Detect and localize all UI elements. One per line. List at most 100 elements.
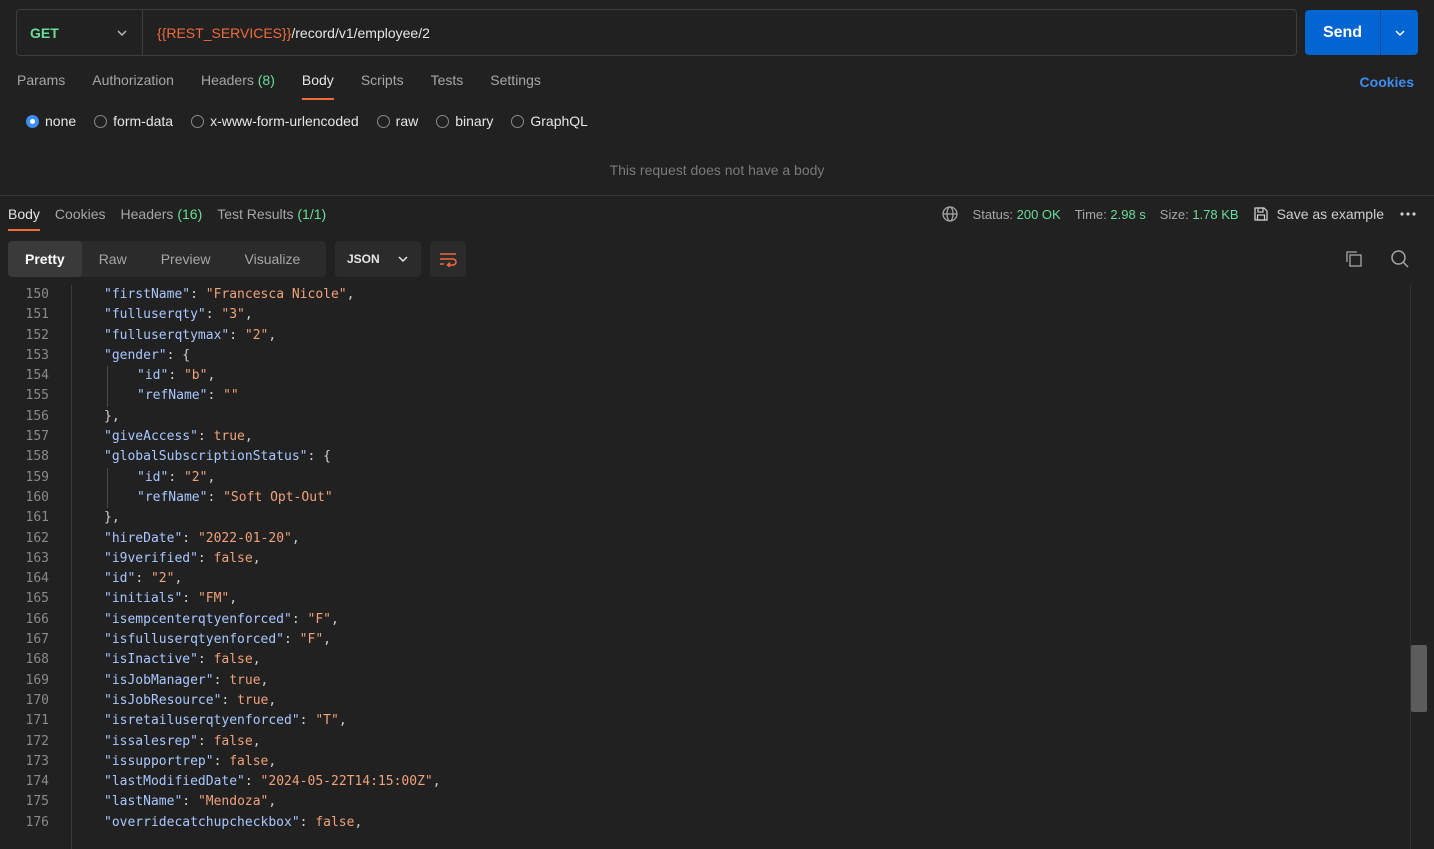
- radio-dot: [436, 114, 450, 128]
- code-content: "id": "2",: [137, 469, 216, 485]
- line-number: 158: [25, 449, 49, 465]
- json-key: "fulluserqty": [104, 307, 206, 323]
- tab-label: Cookies: [54, 206, 106, 222]
- json-value: "2022-01-20": [197, 530, 292, 546]
- status-value: 200 OK: [1016, 206, 1061, 222]
- response-tab-cookies[interactable]: Cookies: [55, 206, 106, 231]
- code-line: 168 "isInactive": false,: [0, 650, 1410, 670]
- json-key: "gender": [104, 347, 167, 363]
- more-options-icon[interactable]: [1400, 211, 1416, 217]
- wrap-lines-button[interactable]: [430, 241, 466, 277]
- json-value: true: [237, 692, 269, 708]
- code-line: 170 "isJobResource": true,: [0, 691, 1410, 711]
- json-key: "firstName": [104, 287, 191, 302]
- status-readout[interactable]: Status: 200 OK: [973, 207, 1061, 222]
- response-tab-body[interactable]: Body: [8, 206, 40, 231]
- tab-label: Body: [8, 206, 40, 222]
- send-button[interactable]: Send: [1305, 10, 1381, 55]
- json-value: false: [213, 652, 253, 668]
- json-value: false: [213, 733, 253, 749]
- json-value: "2024-05-22T14:15:00Z": [260, 774, 433, 790]
- status-label: Status:: [972, 206, 1013, 222]
- radio-form-data[interactable]: form-data: [94, 113, 173, 129]
- save-example-label: Save as example: [1276, 206, 1384, 222]
- json-key: "id": [137, 368, 169, 384]
- radio-x-www-form-urlencoded[interactable]: x-www-form-urlencoded: [191, 113, 359, 129]
- tab-params[interactable]: Params: [17, 72, 65, 100]
- format-select[interactable]: JSON: [335, 241, 421, 277]
- view-mode-switcher: Pretty Raw Preview Visualize: [8, 241, 326, 277]
- json-value: "F": [299, 632, 324, 648]
- code-line: 167 "isfulluserqtyenforced": "F",: [0, 630, 1410, 650]
- chevron-down-icon: [1394, 29, 1405, 36]
- code-content: "overridecatchupcheckbox": false,: [104, 814, 363, 830]
- response-code-viewer[interactable]: 150 "firstName": "Francesca Nicole", 151 "f…: [0, 285, 1410, 849]
- tab-scripts[interactable]: Scripts: [361, 72, 404, 100]
- tab-body[interactable]: Body: [301, 72, 334, 100]
- tab-settings[interactable]: Settings: [490, 72, 541, 100]
- scrollbar-thumb[interactable]: [1411, 645, 1427, 712]
- code-line: 166 "isempcenterqtyenforced": "F",: [0, 610, 1410, 630]
- tab-count: (1/1): [297, 206, 327, 222]
- radio-raw[interactable]: raw: [376, 113, 418, 129]
- scrollbar-track[interactable]: [1410, 285, 1434, 849]
- tab-tests[interactable]: Tests: [431, 72, 464, 100]
- tab-label: Test Results: [217, 206, 294, 222]
- radio-binary[interactable]: binary: [436, 113, 493, 129]
- json-key: "id": [104, 571, 136, 587]
- url-input[interactable]: {{REST_SERVICES}}/record/v1/employee/2: [143, 25, 430, 41]
- json-value: false: [315, 814, 355, 830]
- code-line: 162 "hireDate": "2022-01-20",: [0, 529, 1410, 549]
- send-options-button[interactable]: [1381, 10, 1418, 55]
- tab-headers[interactable]: Headers (8): [201, 72, 275, 100]
- json-key: "hireDate": [104, 530, 183, 546]
- size-readout[interactable]: Size: 1.78 KB: [1160, 207, 1239, 222]
- cookies-link[interactable]: Cookies: [1360, 74, 1414, 90]
- radio-none[interactable]: none: [26, 113, 76, 129]
- code-content: "isempcenterqtyenforced": "F",: [104, 611, 339, 627]
- panel-divider[interactable]: [0, 195, 1434, 196]
- code-content: "hireDate": "2022-01-20",: [104, 530, 300, 546]
- method-select[interactable]: GET: [17, 10, 143, 55]
- json-key: "isempcenterqtyenforced": [104, 611, 292, 627]
- code-line: 174 "lastModifiedDate": "2024-05-22T14:15…: [0, 772, 1410, 792]
- save-as-example-button[interactable]: Save as example: [1253, 206, 1384, 222]
- tab-label: Scripts: [360, 72, 404, 88]
- radio-label: form-data: [113, 113, 174, 129]
- line-number: 160: [25, 489, 49, 505]
- response-tab-headers[interactable]: Headers (16): [121, 206, 203, 231]
- code-content: },: [49, 508, 120, 528]
- response-tab-test-results[interactable]: Test Results (1/1): [217, 206, 326, 231]
- mode-preview[interactable]: Preview: [144, 241, 228, 277]
- json-value: "b": [183, 368, 208, 384]
- mode-pretty[interactable]: Pretty: [8, 241, 82, 277]
- json-value: {: [323, 449, 331, 465]
- radio-dot: [94, 114, 108, 128]
- tab-authorization[interactable]: Authorization: [92, 72, 174, 100]
- code-line: 158 "globalSubscriptionStatus": {: [0, 447, 1410, 467]
- line-number: 165: [25, 591, 49, 607]
- json-value: false: [229, 753, 269, 769]
- line-number: 154: [25, 368, 49, 384]
- copy-icon[interactable]: [1345, 250, 1363, 268]
- json-key: "isJobManager": [104, 672, 214, 688]
- mode-raw[interactable]: Raw: [82, 241, 144, 277]
- search-icon[interactable]: [1390, 249, 1410, 269]
- json-value: "2": [183, 469, 208, 485]
- mode-visualize[interactable]: Visualize: [228, 241, 318, 277]
- code-content: "gender": {: [104, 347, 191, 363]
- time-readout[interactable]: Time: 2.98 s: [1075, 207, 1146, 222]
- line-number: 157: [25, 429, 49, 445]
- tab-label: Headers: [120, 206, 174, 222]
- json-key: "i9verified": [104, 550, 198, 566]
- json-key: "initials": [104, 591, 183, 607]
- time-label: Time:: [1074, 206, 1107, 222]
- radio-graphql[interactable]: GraphQL: [511, 113, 588, 129]
- line-number: 171: [25, 713, 49, 729]
- json-value: true: [213, 429, 245, 445]
- code-line: 159 "id": "2",: [0, 468, 1410, 488]
- line-number: 151: [25, 307, 49, 323]
- json-value: {: [182, 347, 191, 363]
- globe-network-icon[interactable]: [941, 205, 959, 223]
- json-value: "2": [244, 327, 269, 343]
